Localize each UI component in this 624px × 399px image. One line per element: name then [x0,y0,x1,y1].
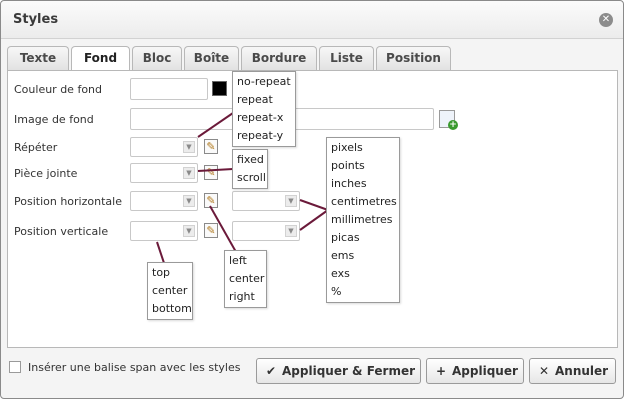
chevron-down-icon: ▼ [183,167,195,179]
tab-bordure[interactable]: Bordure [241,46,317,70]
span-checkbox-label: Insérer une balise span avec les styles [28,361,241,374]
pencil-icon[interactable]: ✎ [204,165,218,180]
tab-boite[interactable]: Boîte [184,46,239,70]
unit-option[interactable]: inches [327,175,399,193]
unit-option[interactable]: exs [327,265,399,283]
repeat-select[interactable]: ▼ [130,137,198,157]
repeat-option[interactable]: repeat-x [233,109,295,127]
apply-close-label: Appliquer & Fermer [282,364,416,378]
tab-bloc[interactable]: Bloc [132,46,182,70]
repeat-options-list: no-repeat repeat repeat-x repeat-y [232,71,296,147]
color-swatch[interactable] [212,81,227,96]
attachment-select[interactable]: ▼ [130,163,198,183]
apply-button[interactable]: + Appliquer [426,358,524,384]
unit-option[interactable]: centimetres [327,193,399,211]
image-add-icon[interactable]: + [439,110,458,130]
repeat-option[interactable]: repeat-y [233,127,295,145]
horizontal-option[interactable]: left [225,252,266,270]
tab-fond[interactable]: Fond [71,46,130,71]
cancel-button[interactable]: ✕ Annuler [529,358,616,384]
close-icon[interactable]: ✕ [599,13,613,27]
dialog-title: Styles [13,12,59,27]
span-checkbox[interactable] [9,361,21,373]
horizontal-option[interactable]: right [225,288,266,306]
vertical-position-select[interactable]: ▼ [130,221,198,241]
cross-icon: ✕ [538,364,550,378]
pencil-icon[interactable]: ✎ [204,193,218,208]
vertical-option[interactable]: bottom [148,300,192,318]
apply-close-button[interactable]: ✔ Appliquer & Fermer [256,358,421,384]
label-attachment: Pièce jointe [14,167,78,180]
cancel-label: Annuler [555,364,609,378]
chevron-down-icon: ▼ [183,225,195,237]
apply-label: Appliquer [452,364,518,378]
unit-option[interactable]: millimetres [327,211,399,229]
tab-liste[interactable]: Liste [319,46,374,70]
attachment-option[interactable]: scroll [233,169,267,187]
label-background-color: Couleur de fond [14,83,102,96]
unit-option[interactable]: % [327,283,399,301]
chevron-down-icon: ▼ [285,195,297,207]
attachment-options-list: fixed scroll [232,149,268,189]
vertical-option[interactable]: center [148,282,192,300]
repeat-option[interactable]: repeat [233,91,295,109]
horizontal-option[interactable]: center [225,270,266,288]
tab-position[interactable]: Position [376,46,451,70]
horizontal-options-list: left center right [224,250,267,308]
repeat-option[interactable]: no-repeat [233,73,295,91]
pencil-icon[interactable]: ✎ [204,139,218,154]
horizontal-position-select[interactable]: ▼ [130,191,198,211]
background-color-input[interactable] [130,78,208,100]
unit-option[interactable]: picas [327,229,399,247]
label-repeat: Répéter [14,141,58,154]
attachment-option[interactable]: fixed [233,151,267,169]
tab-texte[interactable]: Texte [7,46,69,70]
pencil-icon[interactable]: ✎ [204,223,218,238]
vertical-unit-select[interactable]: ▼ [232,221,300,241]
unit-option[interactable]: points [327,157,399,175]
dialog-titlebar: Styles ✕ [1,1,623,39]
label-horizontal-position: Position horizontale [14,195,122,208]
label-background-image: Image de fond [14,113,94,126]
chevron-down-icon: ▼ [183,141,195,153]
unit-option[interactable]: pixels [327,139,399,157]
label-vertical-position: Position verticale [14,225,109,238]
chevron-down-icon: ▼ [285,225,297,237]
vertical-options-list: top center bottom [147,262,193,320]
unit-options-list: pixels points inches centimetres millime… [326,137,400,303]
plus-icon: + [435,364,447,378]
horizontal-unit-select[interactable]: ▼ [232,191,300,211]
unit-option[interactable]: ems [327,247,399,265]
check-icon: ✔ [265,364,277,378]
chevron-down-icon: ▼ [183,195,195,207]
vertical-option[interactable]: top [148,264,192,282]
